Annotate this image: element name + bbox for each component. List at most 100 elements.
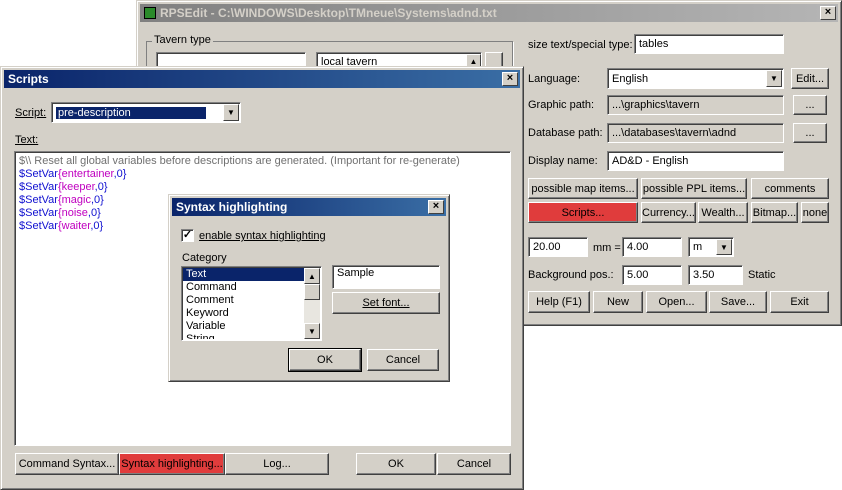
- app-icon: [144, 7, 156, 19]
- new-button[interactable]: New: [593, 291, 643, 313]
- display-name-label: Display name:: [528, 155, 598, 167]
- log-button[interactable]: Log...: [225, 453, 329, 475]
- scripts-titlebar[interactable]: Scripts ×: [4, 70, 520, 88]
- code-command: $SetVar: [19, 168, 58, 180]
- exit-button[interactable]: Exit: [770, 291, 829, 313]
- help-button[interactable]: Help (F1): [528, 291, 590, 313]
- category-item-command[interactable]: Command: [183, 281, 320, 294]
- database-path-label: Database path:: [528, 127, 603, 139]
- sample-text: Sample: [337, 267, 375, 279]
- syntax-dialog-titlebar[interactable]: Syntax highlighting ×: [172, 198, 446, 216]
- category-item-text[interactable]: Text: [183, 268, 305, 281]
- category-scrollbar[interactable]: ▲ ▼: [304, 268, 320, 339]
- code-command: $SetVar: [19, 220, 58, 232]
- code-value: ,0}: [90, 220, 104, 232]
- possible-map-items-button[interactable]: possible map items...: [528, 178, 638, 199]
- scale-unit-value: m: [693, 241, 703, 253]
- category-item-variable[interactable]: Variable: [183, 320, 320, 333]
- syntax-ok-button[interactable]: OK: [288, 348, 362, 372]
- language-dropdown-icon[interactable]: ▼: [766, 70, 782, 87]
- none-button[interactable]: none: [801, 202, 829, 223]
- set-font-button[interactable]: Set font...: [332, 292, 440, 314]
- possible-ppl-items-button[interactable]: possible PPL items...: [641, 178, 747, 199]
- code-command: $SetVar: [19, 194, 58, 206]
- tavern-type-group-label: Tavern type: [152, 34, 213, 46]
- script-label-text: Script:: [15, 107, 47, 119]
- graphic-path-field[interactable]: ...\graphics\tavern: [607, 95, 784, 115]
- language-label: Language:: [528, 73, 580, 85]
- code-value: ,0}: [94, 181, 108, 193]
- graphic-path-browse-button[interactable]: ...: [793, 95, 827, 115]
- syntax-cancel-button[interactable]: Cancel: [367, 349, 439, 371]
- code-value: ,0}: [87, 207, 101, 219]
- code-value: ,0}: [90, 194, 104, 206]
- code-value: ,0}: [113, 168, 127, 180]
- scale-m-field[interactable]: 4.00: [622, 237, 682, 257]
- code-variable: magic: [61, 194, 91, 206]
- code-variable: keeper: [61, 181, 95, 193]
- comments-button[interactable]: comments: [751, 178, 829, 199]
- category-item-string[interactable]: String: [183, 333, 320, 339]
- code-command: $SetVar: [19, 207, 58, 219]
- wealth-button[interactable]: Wealth...: [698, 202, 748, 223]
- script-select-value: pre-description: [56, 106, 206, 119]
- edit-language-button[interactable]: Edit...: [791, 68, 829, 89]
- language-select[interactable]: English ▼: [607, 68, 784, 89]
- bitmap-button[interactable]: Bitmap...: [751, 202, 798, 223]
- code-command: $SetVar: [19, 181, 58, 193]
- main-title: RPSEdit - C:\WINDOWS\Desktop\TMneue\Syst…: [160, 6, 497, 20]
- script-select[interactable]: pre-description ▼: [51, 102, 241, 123]
- scripts-button[interactable]: Scripts...: [528, 202, 638, 223]
- code-variable: entertainer: [61, 168, 114, 180]
- category-scroll-up-icon[interactable]: ▲: [304, 268, 320, 284]
- code-variable: noise: [61, 207, 88, 219]
- background-pos-y-field[interactable]: 3.50: [688, 265, 743, 285]
- enable-syntax-checkbox[interactable]: ✓: [181, 229, 194, 242]
- category-label: Category: [182, 252, 227, 264]
- display-name-field[interactable]: AD&D - English: [607, 151, 784, 171]
- language-value: English: [612, 72, 649, 85]
- scripts-ok-button[interactable]: OK: [356, 453, 436, 475]
- close-icon[interactable]: ×: [820, 6, 836, 20]
- command-syntax-button[interactable]: Command Syntax...: [15, 453, 119, 475]
- text-label: Text:: [15, 134, 38, 146]
- enable-syntax-label-text: enable syntax highlighting: [199, 230, 326, 242]
- size-text-field[interactable]: tables: [634, 34, 784, 54]
- text-label-text: Text:: [15, 134, 39, 146]
- static-label: Static: [748, 269, 776, 281]
- syntax-highlighting-dialog: Syntax highlighting × ✓ enable syntax hi…: [168, 194, 450, 382]
- set-font-label: Set font...: [362, 297, 410, 309]
- script-label: Script:: [15, 107, 46, 119]
- category-item-keyword[interactable]: Keyword: [183, 307, 320, 320]
- syntax-dialog-close-icon[interactable]: ×: [428, 200, 444, 214]
- scale-unit-dropdown-icon[interactable]: ▼: [716, 239, 732, 255]
- sample-preview: Sample: [332, 265, 440, 289]
- scale-unit-select[interactable]: m ▼: [688, 237, 734, 257]
- size-text-label: size text/special type:: [528, 39, 633, 51]
- scripts-close-icon[interactable]: ×: [502, 72, 518, 86]
- category-scroll-thumb[interactable]: [304, 284, 320, 300]
- background-pos-x-field[interactable]: 5.00: [622, 265, 682, 285]
- graphic-path-label: Graphic path:: [528, 99, 595, 111]
- open-button[interactable]: Open...: [646, 291, 707, 313]
- scale-mm-field[interactable]: 20.00: [528, 237, 588, 257]
- scripts-title: Scripts: [8, 72, 49, 86]
- category-list[interactable]: Text Command Comment Keyword Variable St…: [181, 266, 322, 341]
- background-pos-label: Background pos.:: [528, 269, 614, 281]
- syntax-highlighting-button[interactable]: Syntax highlighting...: [119, 453, 225, 475]
- scripts-cancel-button[interactable]: Cancel: [437, 453, 511, 475]
- script-dropdown-icon[interactable]: ▼: [223, 104, 239, 121]
- category-item-comment[interactable]: Comment: [183, 294, 320, 307]
- save-button[interactable]: Save...: [709, 291, 767, 313]
- database-path-browse-button[interactable]: ...: [793, 123, 827, 143]
- code-line: $SetVar{entertainer,0}: [19, 168, 506, 181]
- scale-mm-label: mm =: [593, 242, 621, 254]
- enable-syntax-label: enable syntax highlighting: [199, 230, 326, 242]
- currency-button[interactable]: Currency...: [641, 202, 696, 223]
- category-scroll-down-icon[interactable]: ▼: [304, 323, 320, 339]
- code-variable: waiter: [61, 220, 91, 232]
- code-comment-line: $\\ Reset all global variables before de…: [19, 155, 460, 167]
- database-path-field[interactable]: ...\databases\tavern\adnd: [607, 123, 784, 143]
- main-titlebar[interactable]: RPSEdit - C:\WINDOWS\Desktop\TMneue\Syst…: [140, 4, 838, 22]
- syntax-dialog-title: Syntax highlighting: [176, 200, 288, 214]
